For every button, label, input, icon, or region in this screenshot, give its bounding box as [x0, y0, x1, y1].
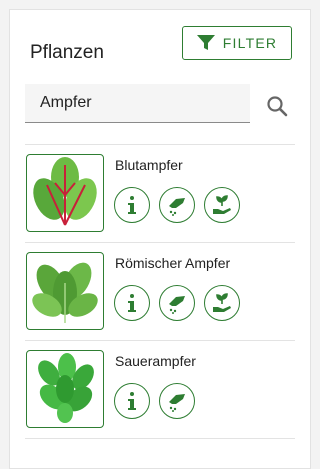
info-icon[interactable]: [114, 383, 150, 419]
plant-image-roemischer-ampfer: [26, 252, 104, 330]
search-field[interactable]: [25, 84, 250, 123]
sow-icon[interactable]: [159, 285, 195, 321]
plant-name: Sauerampfer: [115, 353, 196, 369]
plant-image-blutampfer: [26, 154, 104, 232]
page-title: Pflanzen: [30, 42, 104, 63]
plant-name: Römischer Ampfer: [115, 255, 231, 271]
info-icon[interactable]: [114, 285, 150, 321]
list-item[interactable]: Römischer Ampfer: [25, 243, 295, 341]
plant-hand-icon[interactable]: [204, 187, 240, 223]
divider: [25, 438, 295, 439]
search-input[interactable]: [40, 84, 240, 122]
filter-button[interactable]: FILTER: [182, 26, 292, 60]
filter-button-label: FILTER: [222, 35, 278, 51]
search-icon[interactable]: [266, 95, 288, 117]
list-item[interactable]: Blutampfer: [25, 145, 295, 243]
filter-icon: [196, 35, 215, 50]
info-icon[interactable]: [114, 187, 150, 223]
plant-hand-icon[interactable]: [204, 285, 240, 321]
list-item[interactable]: Sauerampfer: [25, 341, 295, 439]
plant-name: Blutampfer: [115, 157, 183, 173]
sow-icon[interactable]: [159, 383, 195, 419]
sow-icon[interactable]: [159, 187, 195, 223]
plant-panel: Pflanzen FILTER Blutampfer: [9, 9, 311, 469]
plant-image-sauerampfer: [26, 350, 104, 428]
